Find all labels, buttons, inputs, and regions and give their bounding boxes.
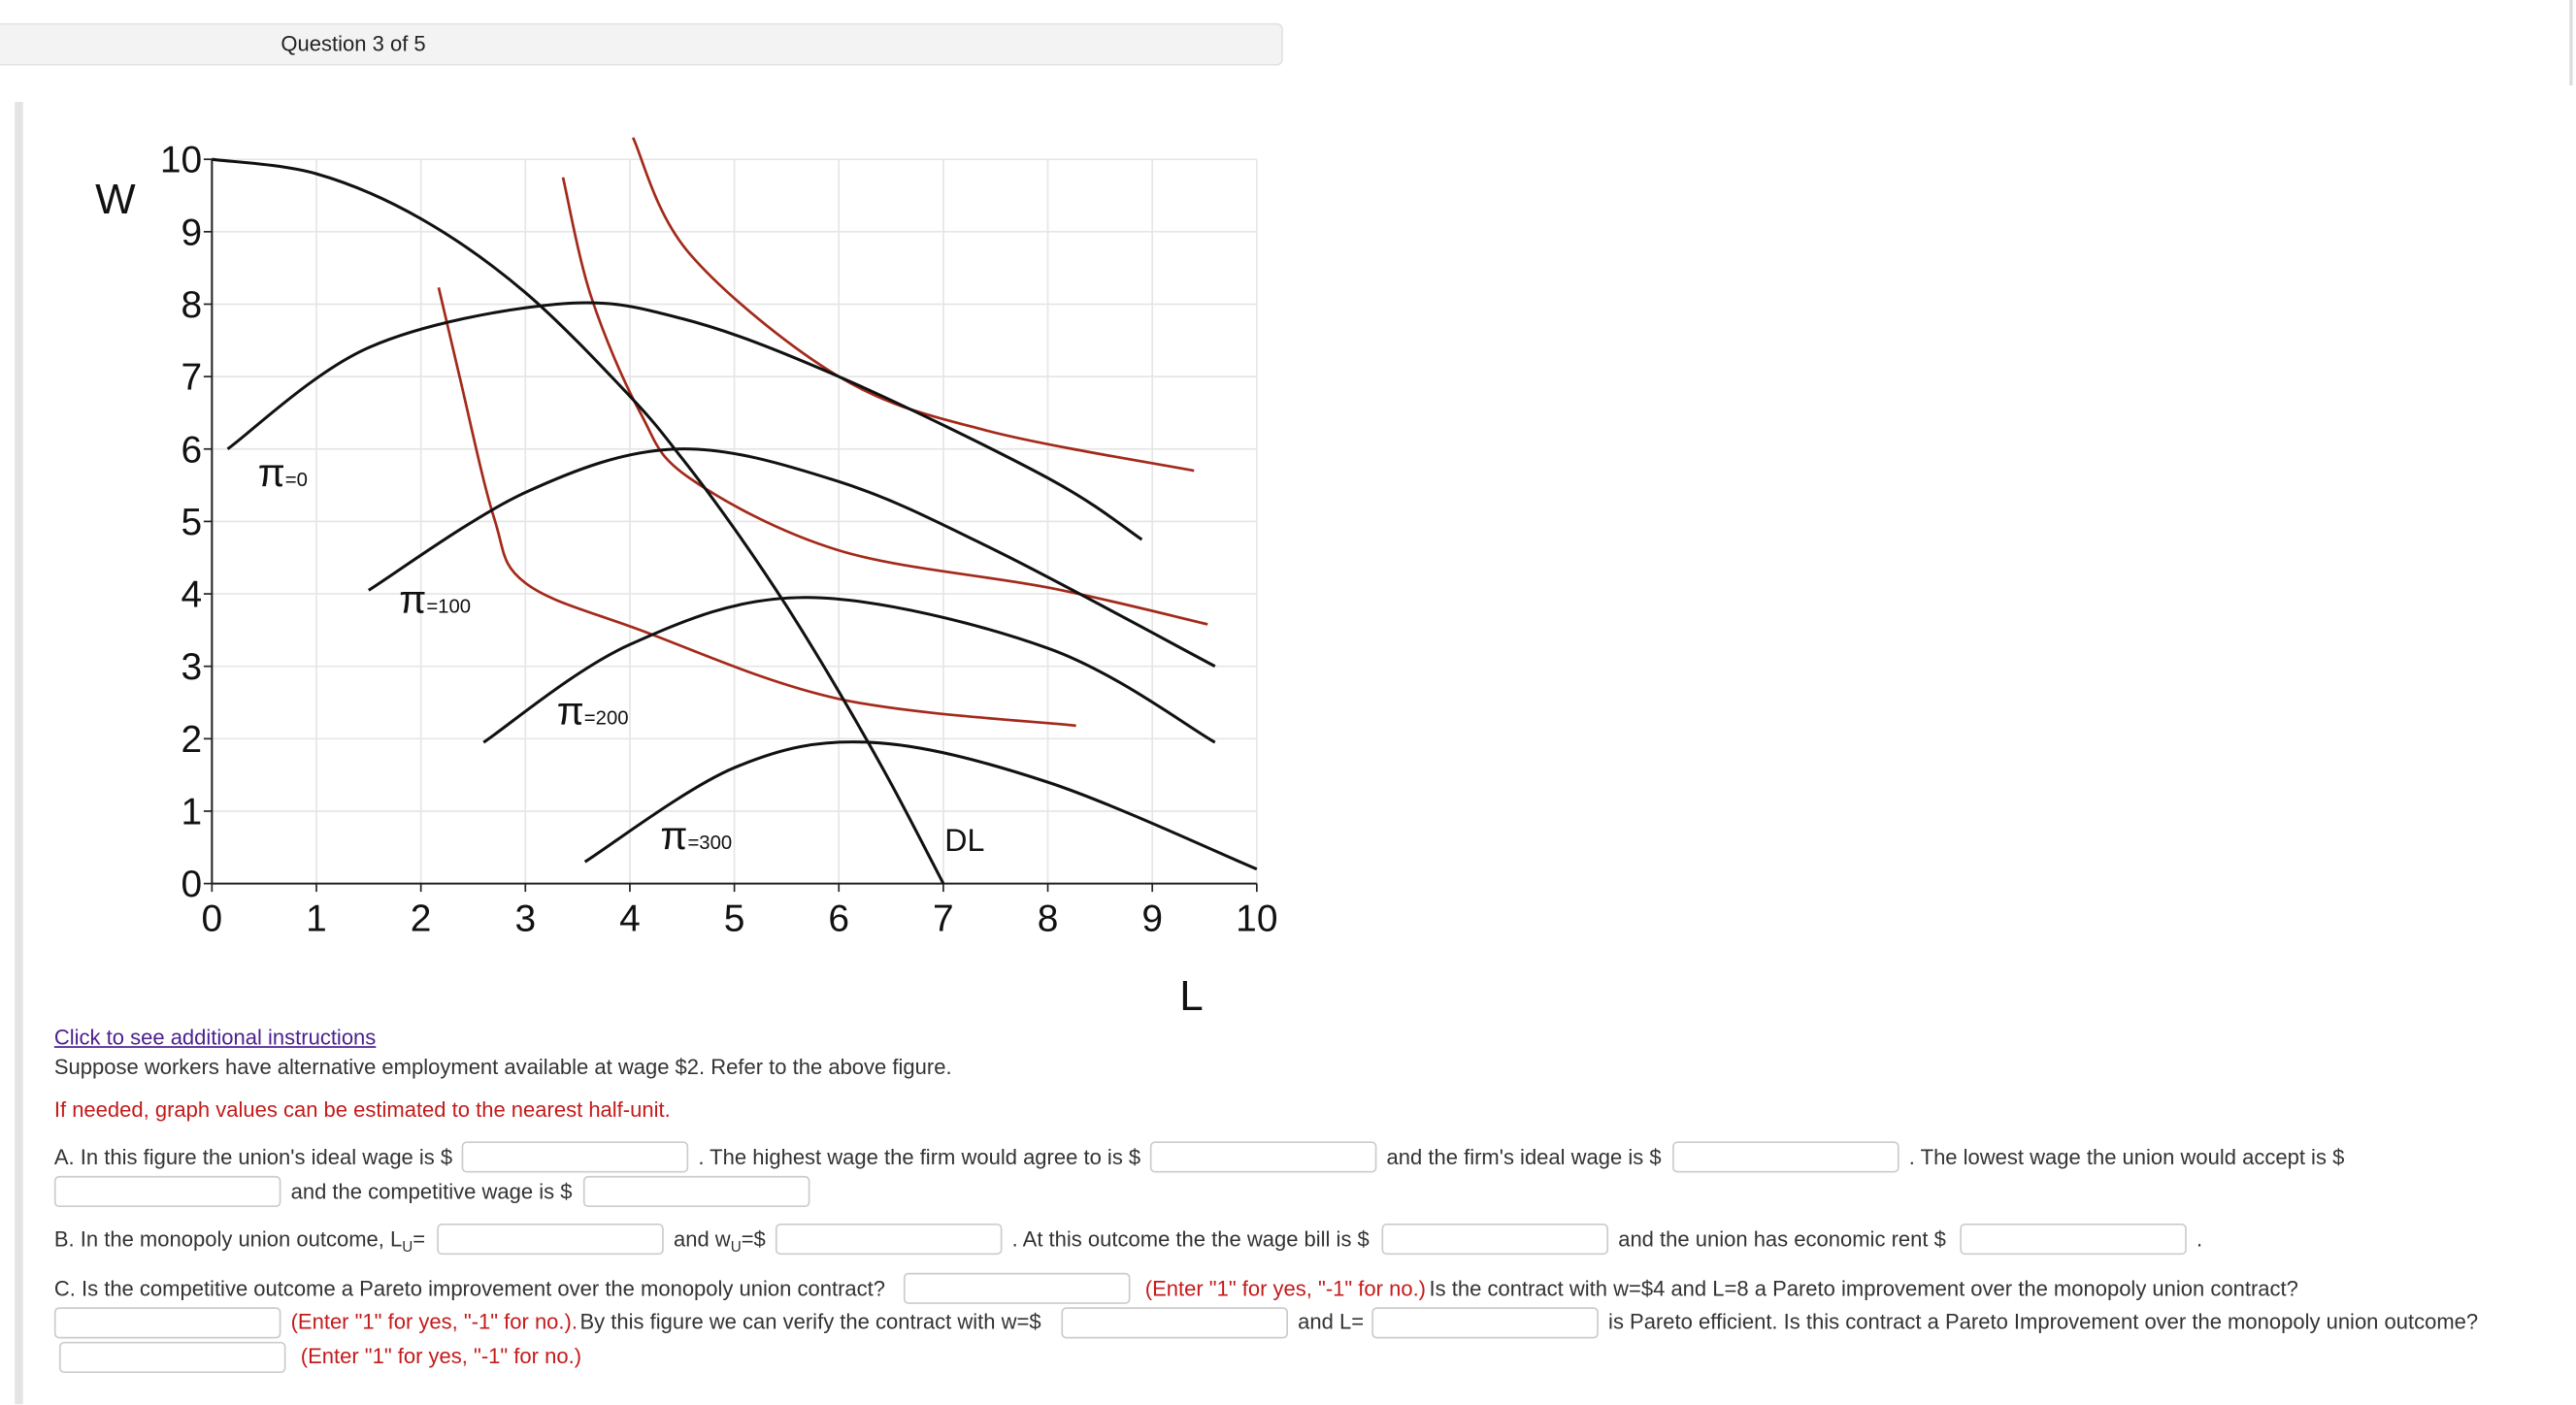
x-tick-label: 4 xyxy=(619,899,641,940)
union-indifference-curve xyxy=(437,286,1076,728)
scrollbar[interactable] xyxy=(2569,0,2573,86)
partA-text-5: and the competitive wage is $ xyxy=(290,1179,573,1204)
competitive-pareto-input[interactable] xyxy=(903,1272,1131,1304)
firm-highest-wage-input[interactable] xyxy=(1149,1141,1377,1173)
partB-text-1: B. In the monopoly union outcome, LU= xyxy=(54,1226,425,1259)
isoprofit-label: π=300 xyxy=(660,813,732,858)
union-lowest-wage-input[interactable] xyxy=(53,1175,281,1208)
partB-text-3: . At this outcome the the wage bill is $ xyxy=(1011,1226,1370,1252)
x-tick-label: 2 xyxy=(411,899,432,940)
x-tick-label: 6 xyxy=(828,899,849,940)
partB-text-4: and the union has economic rent $ xyxy=(1618,1226,1946,1252)
y-tick-label: 2 xyxy=(182,719,203,761)
y-tick-label: 7 xyxy=(182,357,203,399)
x-tick-label: 0 xyxy=(202,899,223,940)
x-tick-label: 3 xyxy=(514,899,536,940)
x-tick-label: 1 xyxy=(306,899,327,940)
x-axis-label: L xyxy=(1179,972,1203,1020)
wage-bill-input[interactable] xyxy=(1381,1223,1609,1256)
x-tick-label: 5 xyxy=(724,899,745,940)
efficient-contract-pareto-input[interactable] xyxy=(58,1341,286,1374)
isoprofit-label: π=0 xyxy=(258,450,308,495)
union-wage-input[interactable] xyxy=(775,1223,1003,1256)
y-tick-label: 1 xyxy=(182,792,203,833)
isoprofit-label: π=200 xyxy=(557,688,629,733)
union-employment-input[interactable] xyxy=(437,1223,664,1256)
y-tick-label: 6 xyxy=(182,429,203,471)
competitive-wage-input[interactable] xyxy=(582,1175,810,1208)
partC-hint-2: (Enter "1" for yes, "-1" for no.). xyxy=(290,1309,578,1334)
partA-text-4: . The lowest wage the union would accept… xyxy=(1908,1144,2345,1170)
partB-t1b: = xyxy=(413,1226,426,1252)
partC-hint-3: (Enter "1" for yes, "-1" for no.) xyxy=(300,1343,582,1368)
partA-text-3: and the firm's ideal wage is $ xyxy=(1386,1144,1662,1170)
x-tick-label: 8 xyxy=(1038,899,1059,940)
isoprofit-label: π=100 xyxy=(399,576,471,621)
additional-instructions-link[interactable]: Click to see additional instructions xyxy=(54,1025,376,1051)
firm-ideal-wage-input[interactable] xyxy=(1672,1141,1899,1173)
intro-text: Suppose workers have alternative employm… xyxy=(53,1054,952,1080)
partB-text-2: and wU=$ xyxy=(674,1226,766,1259)
y-tick-label: 10 xyxy=(160,140,202,181)
y-tick-label: 4 xyxy=(182,574,203,616)
union-ideal-wage-input[interactable] xyxy=(461,1141,689,1173)
hint-text: If needed, graph values can be estimated… xyxy=(53,1096,671,1123)
isoprofit-curve xyxy=(226,301,1143,541)
economic-rent-input[interactable] xyxy=(1960,1223,2187,1256)
efficient-wage-input[interactable] xyxy=(1061,1307,1288,1339)
y-tick-label: 5 xyxy=(182,502,203,543)
partB-t1sub: U xyxy=(402,1238,413,1256)
efficient-employment-input[interactable] xyxy=(1371,1307,1599,1339)
x-tick-label: 7 xyxy=(933,899,954,940)
x-tick-label: 10 xyxy=(1236,899,1277,940)
y-tick-label: 9 xyxy=(182,212,203,253)
labels: 00 1 1 2 2 3 3 4 4 5 5 6 6 7 7 8 8 9 9 10 10 W Lπ=0 π=100 π=200 π… xyxy=(95,140,1277,1020)
partC-text-4: and L= xyxy=(1298,1309,1365,1334)
y-tick-label: 0 xyxy=(182,864,203,905)
partB-t1a: B. In the monopoly union outcome, L xyxy=(53,1226,403,1252)
union-bargaining-chart: 00 1 1 2 2 3 3 4 4 5 5 6 6 7 7 8 8 9 9 10 10 W Lπ=0 π=100 π=200 π… xyxy=(95,137,1277,1020)
partC-text-1: C. Is the competitive outcome a Pareto i… xyxy=(53,1276,886,1301)
partB-t2a: and w xyxy=(673,1226,731,1252)
partC-text-5: is Pareto efficient. Is this contract a … xyxy=(1608,1309,2479,1334)
partB-t2b: =$ xyxy=(741,1226,766,1252)
demand-label: DL xyxy=(944,823,984,858)
axes xyxy=(203,158,1258,893)
partB-t2sub: U xyxy=(730,1238,742,1256)
x-tick-label: 9 xyxy=(1141,899,1163,940)
y-tick-label: 3 xyxy=(182,646,203,688)
partC-text-3: By this figure we can verify the contrac… xyxy=(579,1309,1041,1334)
partA-text-1: A. In this figure the union's ideal wage… xyxy=(53,1144,453,1170)
y-axis-label: W xyxy=(95,176,136,223)
contract-w4-l8-pareto-input[interactable] xyxy=(53,1307,281,1339)
partC-hint-1: (Enter "1" for yes, "-1" for no.) xyxy=(1144,1276,1427,1301)
page: Question 3 of 5 0 0 1 1 2 2 3 3 4 4 5 5 6 6 7 7 8 8 9 9 10 10… xyxy=(0,0,2576,1405)
y-tick-label: 8 xyxy=(182,284,203,326)
isoprofit-curve xyxy=(368,447,1216,669)
partC-text-2: Is the contract with w=$4 and L=8 a Pare… xyxy=(1429,1276,2298,1301)
partB-text-5: . xyxy=(2196,1226,2203,1252)
grid xyxy=(211,158,1258,885)
partA-text-2: . The highest wage the firm would agree … xyxy=(698,1144,1141,1170)
